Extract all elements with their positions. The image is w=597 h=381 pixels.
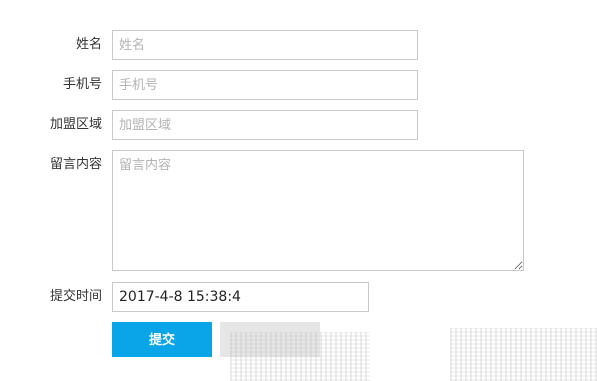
phone-label: 手机号 <box>62 77 102 92</box>
message-textarea[interactable] <box>112 150 524 271</box>
region-label: 加盟区域 <box>49 117 102 132</box>
watermark-artifact <box>450 328 597 381</box>
region-input[interactable] <box>112 110 418 140</box>
submit-button[interactable]: 提交 <box>112 322 212 357</box>
phone-input[interactable] <box>112 70 418 100</box>
message-label: 留言内容 <box>49 157 102 172</box>
submit-time-input[interactable] <box>112 282 369 312</box>
lead-form: 姓名 手机号 加盟区域 留言内容 提交时间 提交 <box>0 0 597 381</box>
name-label: 姓名 <box>75 37 102 52</box>
name-input[interactable] <box>112 30 418 60</box>
compression-artifact <box>230 332 370 381</box>
time-label: 提交时间 <box>49 289 102 304</box>
